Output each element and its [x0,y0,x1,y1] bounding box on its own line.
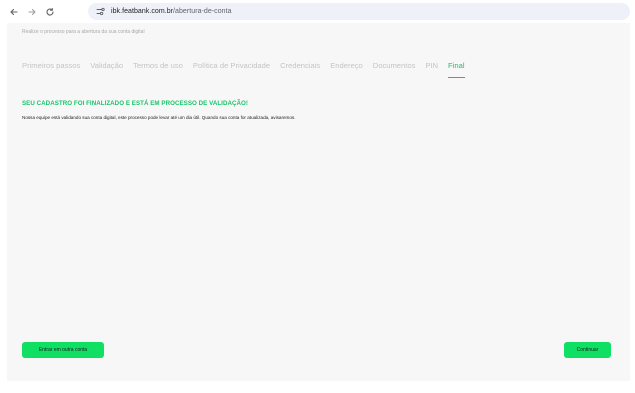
back-icon[interactable] [7,5,21,19]
tab-termos-de-uso[interactable]: Termos de uso [133,61,183,75]
tab-documentos[interactable]: Documentos [373,61,416,75]
tab-validacao[interactable]: Validação [90,61,123,75]
status-headline: SEU CADASTRO FOI FINALIZADO E ESTÁ EM PR… [22,100,248,107]
address-bar[interactable]: ibk.featbank.com.br/abertura-de-conta [88,3,630,20]
tab-credenciais[interactable]: Credenciais [280,61,320,75]
reload-icon[interactable] [43,5,57,19]
tab-politica-de-privacidade[interactable]: Política de Privacidade [193,61,270,75]
url-text: ibk.featbank.com.br/abertura-de-conta [111,8,232,15]
continue-button[interactable]: Continuar [564,342,611,358]
browser-toolbar: ibk.featbank.com.br/abertura-de-conta [0,0,635,23]
page-subtitle: Realize o processo para a abertura da su… [22,29,145,35]
account-opening-page: Realize o processo para a abertura da su… [7,23,630,381]
step-tabs: Primeiros passos Validação Termos de uso… [22,61,475,78]
status-message: Nossa equipe está validando sua conta di… [22,115,296,120]
site-settings-icon[interactable] [95,7,105,17]
other-account-button[interactable]: Entrar em outra conta [22,342,104,358]
tab-final[interactable]: Final [448,61,465,78]
tab-pin[interactable]: PIN [425,61,438,75]
forward-icon[interactable] [25,5,39,19]
tab-primeiros-passos[interactable]: Primeiros passos [22,61,80,75]
url-path: /abertura-de-conta [173,8,232,15]
tab-endereco[interactable]: Endereço [330,61,363,75]
url-host: ibk.featbank.com.br [111,8,174,15]
